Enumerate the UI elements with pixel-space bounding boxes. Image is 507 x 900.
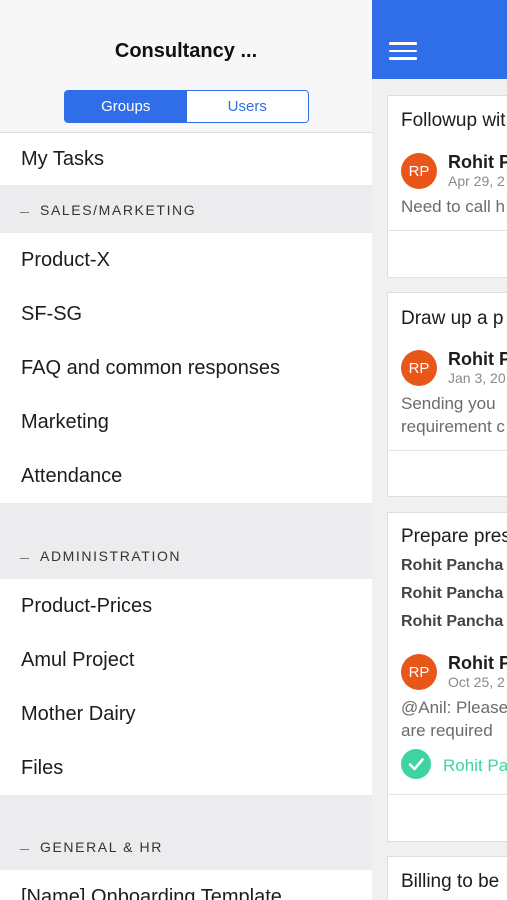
tab-users[interactable]: Users bbox=[186, 91, 308, 122]
navigation-drawer: Consultancy ... Groups Users My Tasks SA… bbox=[0, 0, 372, 900]
comment-text: Need to call h bbox=[401, 197, 505, 216]
workspace-title[interactable]: Consultancy ... bbox=[0, 40, 372, 63]
task-title: Billing to be bbox=[401, 871, 500, 892]
card-divider bbox=[388, 230, 507, 231]
group-item-mother-dairy[interactable]: Mother Dairy bbox=[0, 687, 372, 741]
section-header-administration[interactable]: ADMINISTRATION bbox=[0, 503, 372, 579]
comment-date: Apr 29, 2 bbox=[448, 173, 505, 189]
comment-date: Oct 25, 2 bbox=[448, 674, 505, 690]
collapse-icon bbox=[20, 211, 29, 213]
drawer-header: Consultancy ... Groups Users bbox=[0, 0, 372, 133]
group-item-onboarding-template[interactable]: [Name] Onboarding Template bbox=[0, 870, 372, 900]
collapse-icon bbox=[20, 848, 29, 850]
my-tasks-item[interactable]: My Tasks bbox=[0, 133, 372, 185]
task-title: Prepare pres bbox=[401, 526, 507, 547]
tab-groups[interactable]: Groups bbox=[65, 91, 187, 122]
completed-by: Rohit Pa bbox=[443, 756, 507, 775]
card-divider bbox=[388, 794, 507, 795]
group-item-marketing[interactable]: Marketing bbox=[0, 395, 372, 449]
comment-text: @Anil: Please bbox=[401, 698, 507, 717]
task-title: Draw up a p bbox=[401, 308, 504, 329]
comment-author: Rohit P bbox=[448, 653, 507, 673]
section-header-sales-marketing[interactable]: SALES/MARKETING bbox=[0, 185, 372, 233]
comment-text: requirement c bbox=[401, 417, 505, 436]
task-card[interactable]: Prepare pres Rohit Pancha Rohit Pancha R… bbox=[387, 512, 507, 842]
task-title: Followup wit bbox=[401, 110, 506, 131]
section-title: GENERAL & HR bbox=[40, 839, 163, 855]
task-card[interactable]: Followup wit RP Rohit P Apr 29, 2 Need t… bbox=[387, 95, 507, 278]
top-app-bar bbox=[372, 0, 507, 79]
checkmark-icon bbox=[401, 749, 431, 779]
comment-text: are required bbox=[401, 721, 493, 740]
comment-text: Sending you bbox=[401, 394, 496, 413]
group-item-sf-sg[interactable]: SF-SG bbox=[0, 287, 372, 341]
avatar: RP bbox=[401, 350, 437, 386]
group-item-attendance[interactable]: Attendance bbox=[0, 449, 372, 503]
mention-line: Rohit Pancha bbox=[401, 585, 504, 602]
comment-date: Jan 3, 20 bbox=[448, 370, 506, 386]
group-item-amul-project[interactable]: Amul Project bbox=[0, 633, 372, 687]
section-title: SALES/MARKETING bbox=[40, 202, 197, 218]
section-title: ADMINISTRATION bbox=[40, 548, 182, 564]
avatar: RP bbox=[401, 153, 437, 189]
task-feed-panel: Followup wit RP Rohit P Apr 29, 2 Need t… bbox=[372, 0, 507, 900]
group-item-faq[interactable]: FAQ and common responses bbox=[0, 341, 372, 395]
task-card[interactable]: Draw up a p RP Rohit P Jan 3, 20 Sending… bbox=[387, 292, 507, 497]
card-divider bbox=[388, 450, 507, 451]
task-card[interactable]: Billing to be bbox=[387, 856, 507, 900]
collapse-icon bbox=[20, 557, 29, 559]
comment-author: Rohit P bbox=[448, 349, 507, 369]
hamburger-menu-icon[interactable] bbox=[389, 42, 417, 62]
avatar: RP bbox=[401, 654, 437, 690]
mention-line: Rohit Pancha bbox=[401, 557, 504, 574]
section-header-general-hr[interactable]: GENERAL & HR bbox=[0, 795, 372, 870]
group-item-files[interactable]: Files bbox=[0, 741, 372, 795]
groups-users-toggle: Groups Users bbox=[64, 90, 309, 123]
comment-author: Rohit P bbox=[448, 152, 507, 172]
group-item-product-prices[interactable]: Product-Prices bbox=[0, 579, 372, 633]
group-item-product-x[interactable]: Product-X bbox=[0, 233, 372, 287]
mention-line: Rohit Pancha bbox=[401, 613, 504, 630]
